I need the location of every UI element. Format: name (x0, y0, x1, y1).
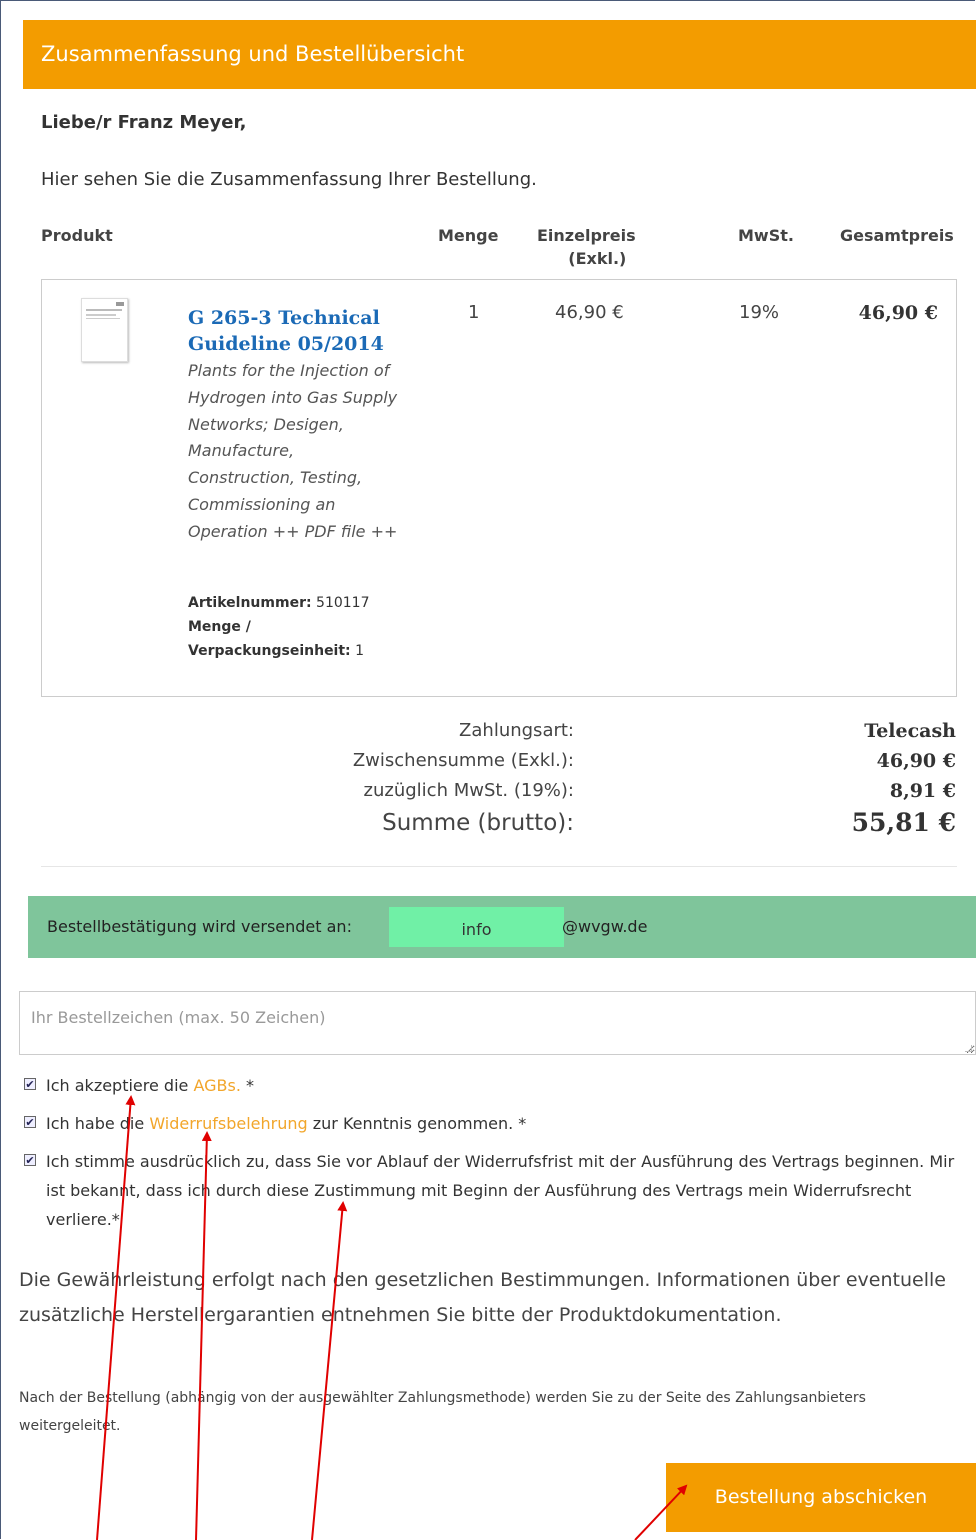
agb-text-post: * (240, 1076, 255, 1095)
product-thumbnail[interactable] (81, 298, 128, 362)
col-unit-price-sub: (Exkl.) (568, 249, 627, 268)
revocation-checkbox[interactable]: ✔ (24, 1116, 36, 1129)
revocation-text-pre: Ich habe die (46, 1114, 150, 1133)
agb-link[interactable]: AGBs. (193, 1076, 240, 1095)
email-user-redaction: info (389, 907, 564, 947)
col-unit-price-label: Einzelpreis (537, 226, 636, 245)
confirmation-label: Bestellbestätigung wird versendet an: (47, 917, 352, 936)
summary-header: Zusammenfassung und Bestellübersicht (23, 20, 976, 89)
item-qty: 1 (468, 302, 480, 323)
revocation-consent-text: Ich habe die Widerrufsbelehrung zur Kenn… (46, 1109, 976, 1138)
article-number-label: Artikelnummer: (188, 595, 312, 611)
agb-consent-text: Ich akzeptiere die AGBs. * (46, 1071, 976, 1100)
article-number-row: Artikelnummer: 510117 (188, 591, 398, 615)
revocation-text-post: zur Kenntnis genommen. * (307, 1114, 527, 1133)
gross-total-value: 55,81 € (851, 808, 956, 837)
subtotal-value: 46,90 € (876, 750, 956, 772)
agb-text-pre: Ich akzeptiere die (46, 1076, 194, 1095)
payment-method-value: Telecash (864, 720, 956, 742)
item-unit-price: 46,90 € (555, 302, 624, 323)
thumb-line (86, 318, 120, 319)
product-name-link[interactable]: G 265-3 Technical Guideline 05/2014 (188, 305, 398, 357)
product-meta: Artikelnummer: 510117 Menge / Verpackung… (188, 591, 398, 663)
early-execution-checkbox[interactable]: ✔ (24, 1154, 36, 1167)
col-total-header: Gesamtpreis (840, 226, 954, 245)
warranty-text: Die Gewährleistung erfolgt nach den gese… (19, 1269, 946, 1326)
divider (41, 866, 957, 867)
confirmation-bar: Bestellbestätigung wird versendet an: in… (28, 896, 976, 958)
vat-sum-value: 8,91 € (889, 780, 956, 802)
revocation-link[interactable]: Widerrufsbelehrung (149, 1114, 307, 1133)
col-qty-header: Menge (438, 226, 499, 245)
payment-redirect-note: Nach der Bestellung (abhängig von der au… (19, 1390, 866, 1434)
item-vat: 19% (739, 302, 780, 323)
greeting: Liebe/r Franz Meyer, (41, 112, 247, 133)
agb-checkbox[interactable]: ✔ (24, 1078, 36, 1091)
col-vat-header: MwSt. (738, 226, 794, 245)
thumb-line (86, 309, 122, 311)
resize-grip-icon[interactable] (965, 1045, 972, 1052)
gross-total-label: Summe (brutto): (382, 810, 574, 836)
product-description: Plants for the Injection of Hydrogen int… (188, 361, 398, 541)
article-number-value: 510117 (316, 595, 370, 611)
pack-unit-value: 1 (355, 643, 365, 659)
email-domain: @wvgw.de (562, 917, 648, 936)
item-total: 46,90 € (858, 302, 938, 324)
order-reference-input[interactable] (19, 991, 976, 1055)
early-execution-consent-text: Ich stimme ausdrücklich zu, dass Sie vor… (46, 1152, 955, 1229)
col-product-header: Produkt (41, 226, 113, 245)
vat-sum-label: zuzüglich MwSt. (19%): (363, 780, 574, 801)
intro-text: Hier sehen Sie die Zusammenfassung Ihrer… (41, 169, 537, 190)
payment-method-label: Zahlungsart: (459, 720, 574, 741)
pack-unit-row: Menge / Verpackungseinheit: 1 (188, 615, 398, 663)
thumb-line (86, 314, 116, 316)
thumb-logo-mark (116, 302, 124, 306)
order-item-box (41, 279, 957, 697)
subtotal-label: Zwischensumme (Exkl.): (352, 750, 574, 771)
col-unit-price-header: Einzelpreis (Exkl.) (537, 224, 636, 270)
submit-order-button[interactable]: Bestellung abschicken (666, 1463, 976, 1532)
pack-unit-label: Menge / Verpackungseinheit: (188, 619, 351, 659)
